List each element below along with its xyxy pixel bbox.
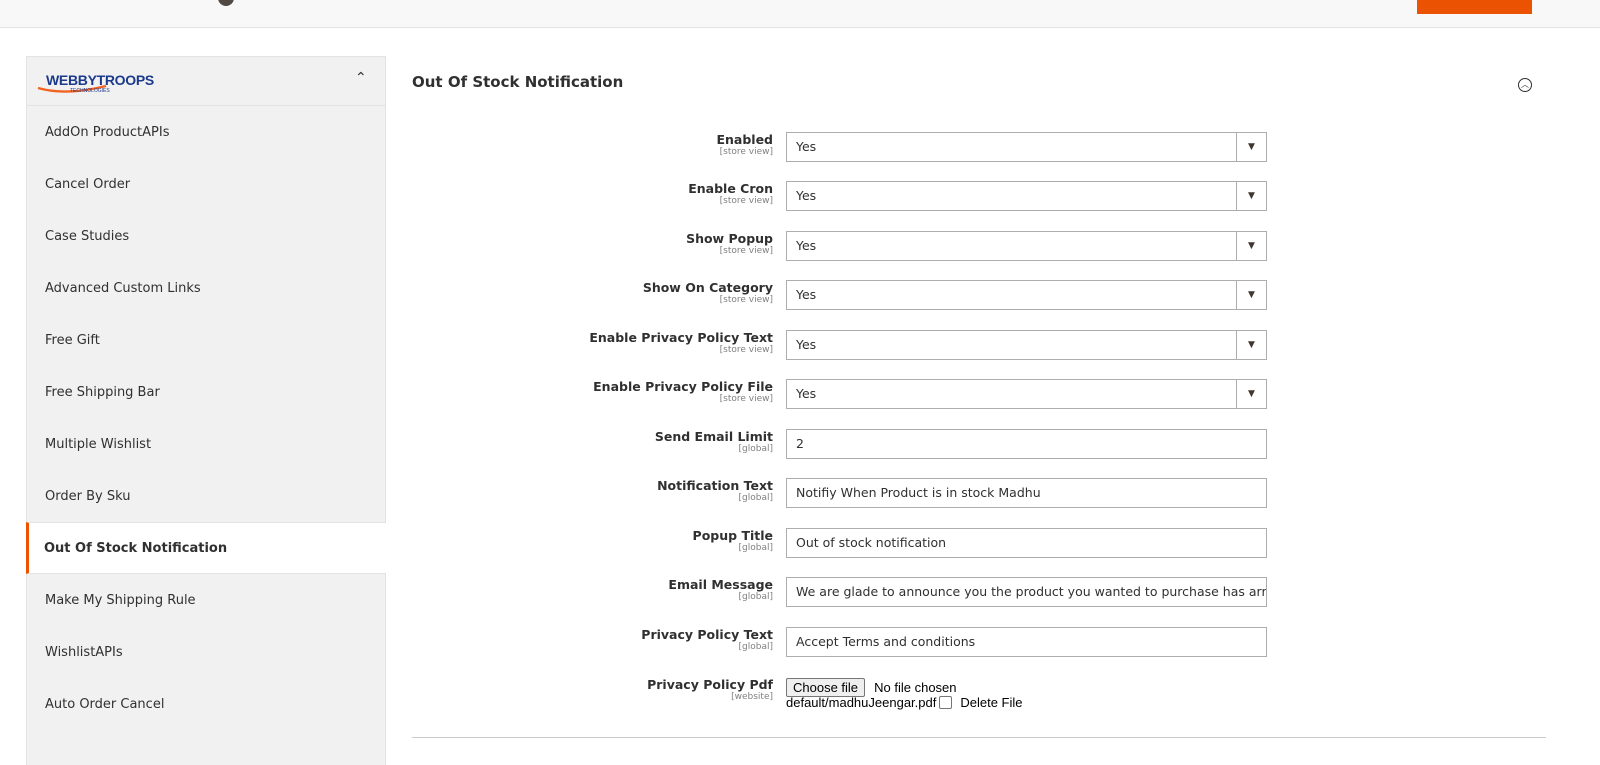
notification-text-input[interactable]: Notifiy When Product is in stock Madhu bbox=[786, 478, 1267, 508]
dropdown-arrow-icon: ▼ bbox=[1236, 232, 1266, 260]
field-row-popup-title: Popup Title [global] Out of stock notifi… bbox=[412, 528, 1546, 562]
field-row-enable-privacy-text: Enable Privacy Policy Text [store view] … bbox=[412, 330, 1546, 364]
field-row-show-on-category: Show On Category [store view] Yes ▼ bbox=[412, 280, 1546, 314]
enable-privacy-file-select[interactable]: Yes ▼ bbox=[786, 379, 1267, 409]
sidebar-item[interactable]: Out Of Stock Notification bbox=[26, 522, 386, 574]
privacy-policy-text-input[interactable]: Accept Terms and conditions bbox=[786, 627, 1267, 657]
sidebar-item[interactable]: Multiple Wishlist bbox=[27, 418, 385, 470]
delete-file-label[interactable]: Delete File bbox=[960, 695, 1022, 710]
dropdown-arrow-icon: ▼ bbox=[1236, 331, 1266, 359]
field-scope: [store view] bbox=[719, 246, 773, 256]
delete-file-checkbox[interactable] bbox=[939, 696, 953, 709]
sidebar-item[interactable]: Free Shipping Bar bbox=[27, 366, 385, 418]
svg-text:WEBBYTROOPS: WEBBYTROOPS bbox=[46, 72, 154, 88]
field-label: Show Popup bbox=[686, 231, 773, 246]
field-label: Enable Privacy Policy File bbox=[593, 379, 773, 394]
field-scope: [global] bbox=[738, 493, 773, 503]
field-scope: [global] bbox=[738, 592, 773, 602]
email-message-input[interactable]: We are glade to announce you the product… bbox=[786, 577, 1267, 607]
current-file-link[interactable]: default/madhuJeengar.pdf bbox=[786, 695, 936, 710]
field-scope: [store view] bbox=[719, 196, 773, 206]
sidebar-item[interactable]: AddOn ProductAPIs bbox=[27, 106, 385, 158]
sidebar-item[interactable]: Advanced Custom Links bbox=[27, 262, 385, 314]
field-scope: [store view] bbox=[719, 295, 773, 305]
field-scope: [website] bbox=[731, 692, 773, 702]
field-row-privacy-policy-text: Privacy Policy Text [global] Accept Term… bbox=[412, 627, 1546, 661]
field-label: Email Message bbox=[668, 577, 773, 592]
field-row-enabled: Enabled [store view] Yes ▼ bbox=[412, 132, 1546, 166]
enable-cron-select[interactable]: Yes ▼ bbox=[786, 181, 1267, 211]
field-scope: [global] bbox=[738, 543, 773, 553]
file-status-text: No file chosen bbox=[874, 680, 957, 695]
show-on-category-select[interactable]: Yes ▼ bbox=[786, 280, 1267, 310]
section-title[interactable]: Out Of Stock Notification bbox=[412, 73, 623, 91]
sidebar-vendor-tab[interactable]: WEBBYTROOPS TECHNOLOGIES ⌃ bbox=[27, 57, 385, 106]
field-row-notification-text: Notification Text [global] Notifiy When … bbox=[412, 478, 1546, 512]
popup-title-input[interactable]: Out of stock notification bbox=[786, 528, 1267, 558]
send-email-limit-input[interactable]: 2 bbox=[786, 429, 1267, 459]
collapse-section-icon[interactable]: ︿ bbox=[1518, 78, 1532, 92]
help-icon[interactable] bbox=[218, 0, 234, 6]
field-label: Show On Category bbox=[642, 280, 773, 295]
field-label: Send Email Limit bbox=[654, 429, 773, 444]
sidebar-item[interactable]: Order By Sku bbox=[27, 470, 385, 522]
enabled-select[interactable]: Yes ▼ bbox=[786, 132, 1267, 162]
dropdown-arrow-icon: ▼ bbox=[1236, 281, 1266, 309]
sidebar-item[interactable]: Free Gift bbox=[27, 314, 385, 366]
config-sidebar: WEBBYTROOPS TECHNOLOGIES ⌃ AddOn Product… bbox=[26, 56, 386, 765]
field-label: Enable Cron bbox=[688, 181, 773, 196]
enable-privacy-text-select[interactable]: Yes ▼ bbox=[786, 330, 1267, 360]
field-label: Enable Privacy Policy Text bbox=[589, 330, 773, 345]
field-label: Notification Text bbox=[657, 478, 773, 493]
current-file-line: default/madhuJeengar.pdf Delete File bbox=[786, 695, 1022, 710]
chevron-up-icon[interactable]: ⌃ bbox=[355, 70, 367, 86]
sidebar-item[interactable]: WishlistAPIs bbox=[27, 626, 385, 678]
webbytroops-logo: WEBBYTROOPS TECHNOLOGIES bbox=[36, 69, 176, 95]
field-scope: [store view] bbox=[719, 345, 773, 355]
field-row-privacy-policy-pdf: Privacy Policy Pdf [website] Choose file… bbox=[412, 677, 1546, 717]
top-header-bar bbox=[0, 0, 1600, 28]
file-upload-control: Choose file No file chosen bbox=[786, 677, 957, 697]
dropdown-arrow-icon: ▼ bbox=[1236, 380, 1266, 408]
field-row-enable-privacy-file: Enable Privacy Policy File [store view] … bbox=[412, 379, 1546, 413]
field-row-enable-cron: Enable Cron [store view] Yes ▼ bbox=[412, 181, 1546, 215]
svg-text:TECHNOLOGIES: TECHNOLOGIES bbox=[70, 88, 110, 94]
sidebar-item[interactable]: Case Studies bbox=[27, 210, 385, 262]
section-divider bbox=[412, 737, 1546, 738]
field-label: Privacy Policy Pdf bbox=[647, 677, 773, 692]
dropdown-arrow-icon: ▼ bbox=[1236, 133, 1266, 161]
field-scope: [store view] bbox=[719, 147, 773, 157]
field-scope: [global] bbox=[738, 642, 773, 652]
sidebar-item[interactable]: Make My Shipping Rule bbox=[27, 574, 385, 626]
field-scope: [global] bbox=[738, 444, 773, 454]
save-config-button[interactable] bbox=[1417, 0, 1532, 14]
dropdown-arrow-icon: ▼ bbox=[1236, 182, 1266, 210]
sidebar-item[interactable]: Auto Order Cancel bbox=[27, 678, 385, 730]
field-label: Privacy Policy Text bbox=[641, 627, 773, 642]
field-label: Enabled bbox=[716, 132, 773, 147]
field-row-send-email-limit: Send Email Limit [global] 2 bbox=[412, 429, 1546, 463]
field-scope: [store view] bbox=[719, 394, 773, 404]
field-label: Popup Title bbox=[692, 528, 773, 543]
show-popup-select[interactable]: Yes ▼ bbox=[786, 231, 1267, 261]
sidebar-item[interactable]: Cancel Order bbox=[27, 158, 385, 210]
field-row-show-popup: Show Popup [store view] Yes ▼ bbox=[412, 231, 1546, 265]
field-row-email-message: Email Message [global] We are glade to a… bbox=[412, 577, 1546, 611]
